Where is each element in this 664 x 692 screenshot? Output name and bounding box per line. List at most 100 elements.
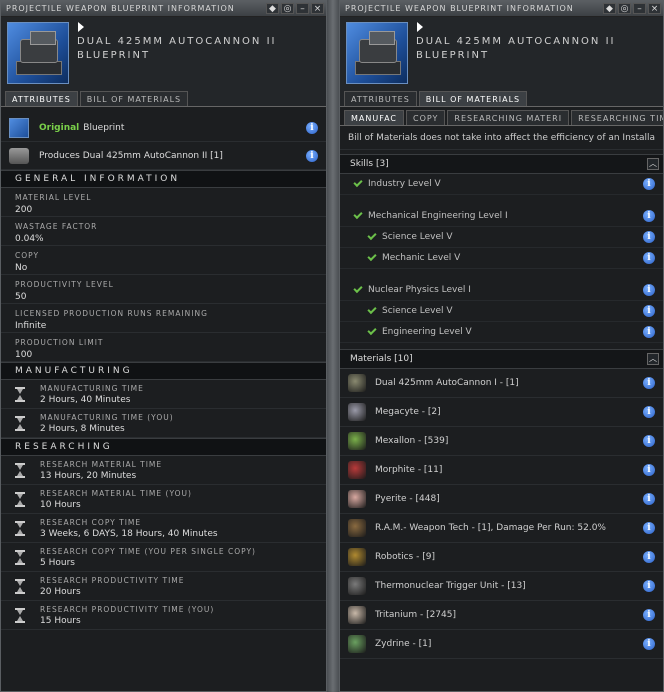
move-icon[interactable]: ◆ — [266, 3, 279, 14]
attribute-row: COPY No — [1, 246, 326, 275]
blueprint-icon[interactable] — [7, 22, 69, 84]
material-row[interactable]: Zydrine - [1] i — [340, 630, 663, 659]
subtab-manufacturing[interactable]: MANUFAC — [344, 110, 404, 125]
info-icon[interactable]: i — [306, 121, 318, 134]
materials-list: Dual 425mm AutoCannon I - [1] i Megacyte -… — [340, 369, 663, 659]
close-button[interactable]: × — [311, 3, 324, 14]
skill-row[interactable]: Mechanic Level V i — [340, 248, 663, 269]
expand-arrow-icon[interactable] — [417, 22, 423, 32]
checkmark-icon — [367, 304, 377, 315]
info-icon[interactable]: i — [643, 522, 655, 534]
info-icon[interactable]: i — [643, 493, 655, 505]
material-label: Robotics - [9] — [375, 552, 435, 562]
subtab-copy[interactable]: COPY — [406, 110, 446, 125]
hourglass-icon — [15, 521, 25, 536]
collapse-icon[interactable]: ︿ — [647, 353, 659, 365]
attribute-value: 200 — [15, 205, 33, 215]
skill-row[interactable]: Nuclear Physics Level I i — [340, 280, 663, 301]
material-row[interactable]: Megacyte - [2] i — [340, 398, 663, 427]
info-icon[interactable]: i — [643, 435, 655, 447]
item-name-line1: DUAL 425MM AUTOCANNON II — [77, 36, 277, 47]
minimize-button[interactable]: – — [633, 3, 646, 14]
info-icon[interactable]: i — [643, 551, 655, 563]
info-icon[interactable]: i — [643, 377, 655, 389]
material-label: Dual 425mm AutoCannon I - [1] — [375, 378, 519, 388]
info-icon[interactable]: i — [643, 326, 655, 338]
material-row[interactable]: Tritanium - [2745] i — [340, 601, 663, 630]
skill-row[interactable]: Mechanical Engineering Level I i — [340, 206, 663, 227]
subtab-researching-material[interactable]: RESEARCHING MATERI — [447, 110, 570, 125]
hourglass-icon — [15, 416, 25, 431]
subtab-researching-time[interactable]: RESEARCHING TIME P — [571, 110, 663, 125]
attribute-row: RESEARCH MATERIAL TIME (YOU) 10 Hours — [1, 485, 326, 514]
pin-icon[interactable]: ◎ — [281, 3, 294, 14]
attribute-value: 100 — [15, 350, 33, 360]
expand-arrow-icon[interactable] — [78, 22, 84, 32]
hourglass-icon — [15, 579, 25, 594]
attribute-value: 15 Hours — [40, 616, 81, 626]
info-icon[interactable]: i — [306, 149, 318, 162]
skills-group-header[interactable]: Skills [3] ︿ — [340, 154, 663, 174]
material-row[interactable]: Robotics - [9] i — [340, 543, 663, 572]
attribute-label: WASTAGE FACTOR — [15, 222, 98, 231]
info-icon[interactable]: i — [643, 638, 655, 650]
attribute-label: RESEARCH PRODUCTIVITY TIME — [40, 576, 185, 585]
blueprint-icon[interactable] — [346, 22, 408, 84]
attribute-label: COPY — [15, 251, 40, 260]
skill-row[interactable]: Science Level V i — [340, 227, 663, 248]
attribute-value: 5 Hours — [40, 558, 75, 568]
material-row[interactable]: Thermonuclear Trigger Unit - [13] i — [340, 572, 663, 601]
item-name-line2: BLUEPRINT — [416, 50, 490, 61]
material-row[interactable]: R.A.M.- Weapon Tech - [1], Damage Per Ru… — [340, 514, 663, 543]
material-label: Tritanium - [2745] — [375, 610, 456, 620]
attribute-value: Infinite — [15, 321, 47, 331]
info-icon[interactable]: i — [643, 210, 655, 222]
material-row[interactable]: Mexallon - [539] i — [340, 427, 663, 456]
attribute-row: MANUFACTURING TIME (YOU) 2 Hours, 8 Minut… — [1, 409, 326, 438]
material-label: Mexallon - [539] — [375, 436, 449, 446]
collapse-icon[interactable]: ︿ — [647, 158, 659, 170]
skill-label: Science Level V — [382, 306, 453, 316]
window-titlebar[interactable]: PROJECTILE WEAPON BLUEPRINT INFORMATION … — [340, 1, 663, 17]
attribute-row: PRODUCTIVITY LEVEL 50 — [1, 275, 326, 304]
skill-row[interactable]: Industry Level V i — [340, 174, 663, 195]
attribute-value: 10 Hours — [40, 500, 81, 510]
autocannon-icon — [9, 147, 29, 164]
minimize-button[interactable]: – — [296, 3, 309, 14]
skill-label: Science Level V — [382, 232, 453, 242]
material-row[interactable]: Dual 425mm AutoCannon I - [1] i — [340, 369, 663, 398]
skill-row[interactable]: Science Level V i — [340, 301, 663, 322]
material-row[interactable]: Pyerite - [448] i — [340, 485, 663, 514]
attribute-label: RESEARCH PRODUCTIVITY TIME (YOU) — [40, 605, 215, 614]
item-header: DUAL 425MM AUTOCANNON II BLUEPRINT — [1, 17, 326, 91]
info-icon[interactable]: i — [643, 609, 655, 621]
info-icon[interactable]: i — [643, 464, 655, 476]
tab-bill-of-materials[interactable]: BILL OF MATERIALS — [79, 91, 189, 106]
skill-spacer — [340, 269, 663, 280]
blueprint-small-icon — [9, 117, 29, 138]
move-icon[interactable]: ◆ — [603, 3, 616, 14]
tab-attributes[interactable]: ATTRIBUTES — [5, 91, 78, 106]
material-label: Thermonuclear Trigger Unit - [13] — [375, 581, 526, 591]
tab-attributes[interactable]: ATTRIBUTES — [344, 91, 417, 106]
info-icon[interactable]: i — [643, 252, 655, 264]
pin-icon[interactable]: ◎ — [618, 3, 631, 14]
skill-row[interactable]: Engineering Level V i — [340, 322, 663, 343]
info-icon[interactable]: i — [643, 305, 655, 317]
material-icon — [348, 490, 366, 508]
checkmark-icon — [367, 230, 377, 241]
tab-bill-of-materials[interactable]: BILL OF MATERIALS — [418, 91, 528, 106]
material-row[interactable]: Morphite - [11] i — [340, 456, 663, 485]
close-button[interactable]: × — [648, 3, 661, 14]
window-title: PROJECTILE WEAPON BLUEPRINT INFORMATION — [345, 4, 574, 13]
window-titlebar[interactable]: PROJECTILE WEAPON BLUEPRINT INFORMATION … — [1, 1, 326, 17]
materials-group-header[interactable]: Materials [10] ︿ — [340, 349, 663, 369]
info-icon[interactable]: i — [643, 284, 655, 296]
info-icon[interactable]: i — [643, 231, 655, 243]
info-icon[interactable]: i — [643, 406, 655, 418]
skill-label: Mechanical Engineering Level I — [368, 211, 508, 221]
attribute-label: RESEARCH COPY TIME — [40, 518, 142, 527]
info-icon[interactable]: i — [643, 178, 655, 190]
info-icon[interactable]: i — [643, 580, 655, 592]
general-information-header: GENERAL INFORMATION — [1, 170, 326, 188]
